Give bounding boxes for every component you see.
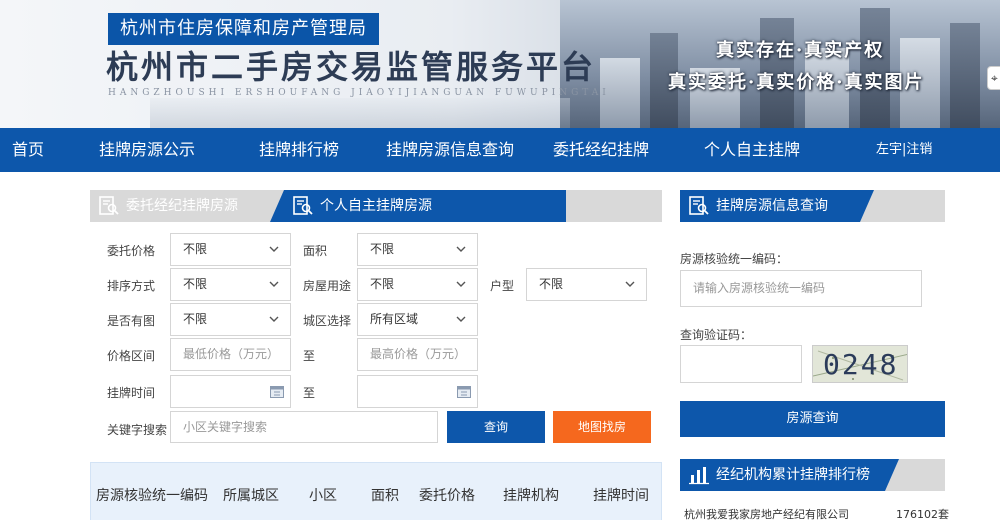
search-document-icon — [293, 196, 313, 215]
price-max-input[interactable]: 最高价格（万元） — [357, 338, 478, 371]
sort-select[interactable]: 不限 — [170, 268, 291, 301]
gov-agency-name: 杭州市住房保障和房产管理局 — [108, 13, 379, 45]
layout-select[interactable]: 不限 — [526, 268, 647, 301]
chevron-down-icon — [269, 246, 279, 252]
usage-select[interactable]: 不限 — [357, 268, 478, 301]
listing-tabs: 委托经纪挂牌房源 个人自主挂牌房源 — [90, 190, 662, 222]
code-input[interactable]: 请输入房源核验统一编码 — [680, 270, 922, 307]
nav-item-personal-listing[interactable]: 个人自主挂牌 — [704, 128, 800, 172]
chevron-down-icon — [269, 281, 279, 287]
query-panel-header: 挂牌房源信息查询 — [680, 190, 945, 222]
tab-personal-listings[interactable]: 个人自主挂牌房源 — [270, 190, 566, 222]
tab-agent-listings[interactable]: 委托经纪挂牌房源 — [90, 190, 284, 222]
price-to-label: 至 — [303, 349, 316, 363]
photo-label: 是否有图 — [107, 314, 156, 328]
layout-label: 户型 — [490, 279, 515, 293]
district-label: 城区选择 — [303, 314, 352, 328]
keyword-label: 关键字搜索 — [107, 423, 168, 437]
captcha-input[interactable] — [680, 345, 802, 383]
captcha-text: 0248 — [823, 348, 899, 381]
col-header-area: 面积 — [371, 488, 399, 504]
keyword-input[interactable]: 小区关键字搜索 — [170, 411, 438, 443]
user-name[interactable]: 左宇 — [876, 142, 902, 157]
nav-item-ranking[interactable]: 挂牌排行榜 — [259, 128, 339, 172]
listing-time-start-input[interactable] — [170, 375, 291, 408]
chevron-down-icon — [625, 281, 635, 287]
usage-select-value: 不限 — [370, 277, 395, 291]
site-title-pinyin: HANGZHOUSHI ERSHOUFANG JIAOYIJIANGUAN FU… — [108, 88, 610, 98]
nav-item-listing-query[interactable]: 挂牌房源信息查询 — [386, 128, 514, 172]
layout-select-value: 不限 — [539, 277, 564, 291]
chevron-down-icon — [456, 281, 466, 287]
time-to-label: 至 — [303, 386, 316, 400]
area-label: 面积 — [303, 244, 328, 258]
pin-icon[interactable]: ⌖ — [987, 66, 1000, 90]
bar-chart-icon — [689, 467, 709, 485]
ranking-panel-title: 经纪机构累计挂牌排行榜 — [680, 459, 899, 491]
price-label: 委托价格 — [107, 244, 156, 258]
site-title: 杭州市二手房交易监管服务平台 — [106, 48, 597, 86]
skyline-building — [950, 23, 980, 128]
photo-select[interactable]: 不限 — [170, 303, 291, 336]
ranking-agency-name: 杭州我爱我家房地产经纪有限公司 — [684, 508, 849, 520]
price-min-input[interactable]: 最低价格（万元） — [170, 338, 291, 371]
search-document-icon — [689, 196, 709, 215]
listing-time-label: 挂牌时间 — [107, 386, 156, 400]
nav-item-listing-notice[interactable]: 挂牌房源公示 — [99, 128, 195, 172]
usage-label: 房屋用途 — [303, 279, 352, 293]
calendar-icon[interactable] — [270, 385, 284, 398]
col-header-community: 小区 — [309, 488, 337, 504]
sort-select-value: 不限 — [183, 277, 208, 291]
price-select-value: 不限 — [183, 242, 208, 256]
ranking-panel-header: 经纪机构累计挂牌排行榜 — [680, 459, 945, 491]
area-select-value: 不限 — [370, 242, 395, 256]
chevron-down-icon — [456, 246, 466, 252]
ranking-listing-count: 176102套 — [896, 508, 949, 520]
col-header-time: 挂牌时间 — [593, 488, 649, 504]
logout-link[interactable]: 注销 — [906, 142, 932, 157]
col-header-price: 委托价格 — [419, 488, 475, 504]
col-header-district: 所属城区 — [223, 488, 279, 504]
skyline-building — [150, 98, 570, 128]
ranking-row[interactable]: 杭州我爱我家房地产经纪有限公司 176102套 — [684, 506, 949, 520]
map-search-button[interactable]: 地图找房 — [553, 411, 651, 443]
user-area: 左宇|注销 — [876, 128, 932, 172]
code-label: 房源核验统一编码： — [680, 252, 789, 266]
tab-personal-listings-label: 个人自主挂牌房源 — [320, 198, 432, 214]
chevron-down-icon — [269, 316, 279, 322]
slogan-line-1: 真实存在·真实产权 — [716, 40, 885, 61]
photo-select-value: 不限 — [183, 312, 208, 326]
search-button[interactable]: 查询 — [447, 411, 545, 443]
price-select[interactable]: 不限 — [170, 233, 291, 266]
captcha-image[interactable]: 0248 — [812, 345, 908, 383]
main-nav: 首页 挂牌房源公示 挂牌排行榜 挂牌房源信息查询 委托经纪挂牌 个人自主挂牌 左… — [0, 128, 1000, 172]
sort-label: 排序方式 — [107, 279, 156, 293]
area-select[interactable]: 不限 — [357, 233, 478, 266]
tab-agent-listings-label: 委托经纪挂牌房源 — [126, 198, 238, 214]
price-range-label: 价格区间 — [107, 349, 156, 363]
col-header-code: 房源核验统一编码 — [96, 488, 208, 504]
listing-query-button[interactable]: 房源查询 — [680, 401, 945, 437]
calendar-icon[interactable] — [457, 385, 471, 398]
nav-item-home[interactable]: 首页 — [12, 128, 44, 172]
district-select-value: 所有区域 — [370, 312, 419, 326]
slogan-line-2: 真实委托·真实价格·真实图片 — [668, 72, 925, 93]
district-select[interactable]: 所有区域 — [357, 303, 478, 336]
captcha-label: 查询验证码： — [680, 328, 753, 342]
col-header-agency: 挂牌机构 — [503, 488, 559, 504]
results-table-header: 房源核验统一编码 所属城区 小区 面积 委托价格 挂牌机构 挂牌时间 — [90, 462, 662, 520]
header-banner: 杭州市住房保障和房产管理局 杭州市二手房交易监管服务平台 HANGZHOUSHI… — [0, 0, 1000, 128]
listing-time-end-input[interactable] — [357, 375, 478, 408]
chevron-down-icon — [456, 316, 466, 322]
nav-item-agent-listing[interactable]: 委托经纪挂牌 — [553, 128, 649, 172]
search-document-icon — [99, 196, 119, 215]
